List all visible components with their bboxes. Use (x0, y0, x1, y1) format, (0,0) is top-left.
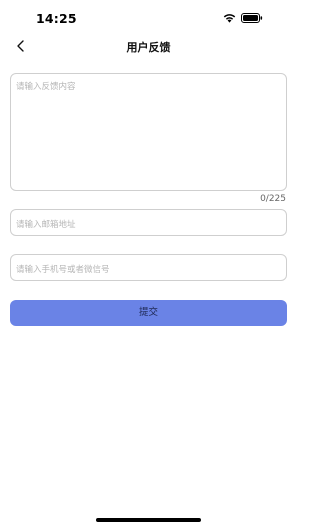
home-indicator (96, 518, 201, 522)
status-bar: 14:25 (0, 0, 297, 34)
feedback-page: 14:25 用户反馈 请输入反馈内容 0/225 请输入邮箱地址 请输入手机号或… (0, 0, 297, 528)
feedback-textarea[interactable]: 请输入反馈内容 (10, 73, 287, 191)
character-counter: 0/225 (260, 194, 286, 204)
phone-placeholder: 请输入手机号或者微信号 (16, 265, 110, 275)
nav-bar: 用户反馈 (0, 34, 297, 60)
battery-icon (241, 13, 263, 23)
email-field[interactable]: 请输入邮箱地址 (10, 209, 287, 236)
submit-button[interactable]: 提交 (10, 300, 287, 326)
wifi-icon (223, 14, 236, 23)
email-placeholder: 请输入邮箱地址 (16, 220, 76, 230)
page-title: 用户反馈 (126, 41, 171, 54)
feedback-placeholder: 请输入反馈内容 (16, 82, 76, 92)
status-time: 14:25 (36, 11, 77, 26)
phone-field[interactable]: 请输入手机号或者微信号 (10, 254, 287, 281)
